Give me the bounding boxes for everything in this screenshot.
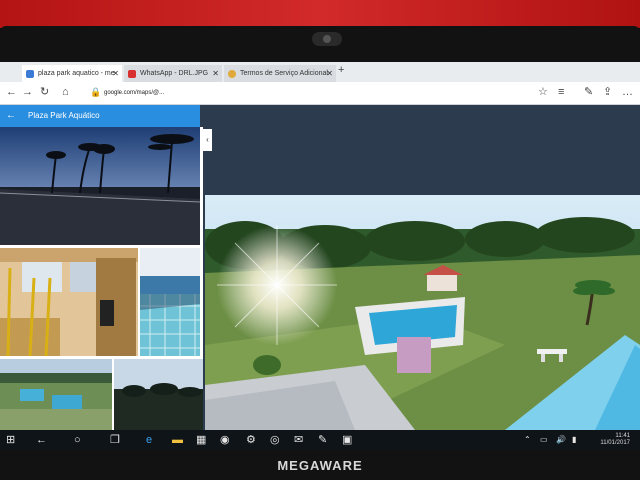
panel-header: ← Plaza Park Aquático	[0, 105, 200, 127]
battery-icon[interactable]: ▮	[572, 433, 576, 447]
windows-taskbar: ⊞ ← ○ ❐ e ▬ ▦ ◉ ⚙ ◎ ✉ ✎ ▣ ⌃ ▭ 🔊 ▮ 11:41 …	[0, 430, 640, 450]
url-text: google.com/maps/@...	[104, 90, 165, 96]
image-favicon-icon	[128, 70, 136, 78]
browser-toolbar: ← → ↻ ⌂ 🔒 google.com/maps/@... ☆ ≡ ✎ ⇪ …	[0, 82, 640, 105]
share-icon[interactable]: ⇪	[603, 86, 612, 99]
windows-start-icon[interactable]: ⊞	[6, 433, 15, 447]
browser-tab-bar: plaza park aquatico - me ✕ WhatsApp - DR…	[0, 62, 640, 82]
tab-maps[interactable]: plaza park aquatico - me ✕	[22, 65, 122, 82]
page-favicon-icon	[228, 70, 236, 78]
close-icon[interactable]: ✕	[326, 65, 333, 82]
task-view-icon[interactable]: ❐	[110, 433, 120, 447]
taskbar-clock[interactable]: 11:41 11/01/2017	[600, 433, 630, 447]
place-title: Plaza Park Aquático	[28, 111, 100, 120]
back-arrow-icon[interactable]: ←	[6, 105, 16, 127]
plus-icon[interactable]: +	[338, 64, 344, 76]
folder-icon[interactable]: ▬	[172, 433, 183, 447]
photo-sunset-road[interactable]	[0, 127, 200, 245]
photo-panel	[0, 127, 203, 430]
lock-icon: 🔒	[90, 87, 102, 97]
red-wall	[0, 0, 640, 28]
volume-icon[interactable]: 🔊	[556, 433, 566, 447]
clock-time: 11:41	[615, 433, 630, 439]
home-icon[interactable]: ⌂	[62, 86, 69, 99]
photo-aerial-park[interactable]	[0, 359, 112, 430]
settings-gear-icon[interactable]: ⚙	[246, 433, 256, 447]
chevron-left-icon[interactable]: ‹	[203, 129, 212, 151]
forward-arrow-icon[interactable]: →	[22, 86, 33, 99]
network-icon[interactable]: ▭	[540, 433, 548, 447]
photo-bus-interior[interactable]	[0, 248, 138, 356]
chevron-up-icon[interactable]: ⌃	[524, 433, 531, 447]
tab-label: Termos de Serviço Adicional	[240, 70, 328, 77]
close-icon[interactable]: ✕	[212, 65, 219, 82]
chrome-icon[interactable]: ◉	[220, 433, 230, 447]
pen-icon[interactable]: ✎	[584, 86, 593, 99]
tab-whatsapp[interactable]: WhatsApp - DRL.JPG ✕	[124, 65, 222, 82]
edge-browser-icon[interactable]: e	[146, 433, 152, 447]
maps-favicon-icon	[26, 70, 34, 78]
refresh-icon[interactable]: ↻	[40, 86, 49, 99]
store-icon[interactable]: ▦	[196, 433, 206, 447]
photo-pool-tiles[interactable]	[140, 248, 200, 356]
star-icon[interactable]: ☆	[538, 86, 548, 99]
photo-dusk-trees[interactable]	[114, 359, 203, 430]
back-arrow-icon[interactable]: ←	[36, 433, 47, 447]
back-arrow-icon[interactable]: ←	[6, 86, 17, 99]
pen-icon[interactable]: ✎	[318, 433, 327, 447]
tab-terms[interactable]: Termos de Serviço Adicional ✕	[224, 65, 336, 82]
tab-label: plaza park aquatico - me	[38, 70, 115, 77]
mail-icon[interactable]: ✉	[294, 433, 303, 447]
laptop-screen: plaza park aquatico - me ✕ WhatsApp - DR…	[0, 62, 640, 450]
street-view-photo[interactable]	[205, 195, 640, 430]
reading-list-icon[interactable]: ≡	[558, 86, 564, 99]
clock-date: 11/01/2017	[600, 440, 630, 446]
address-bar[interactable]: google.com/maps/@...	[104, 86, 524, 100]
webcam	[312, 32, 342, 46]
tab-label: WhatsApp - DRL.JPG	[140, 70, 209, 77]
maps-page: ← Plaza Park Aquático ‹	[0, 105, 640, 430]
record-icon[interactable]: ◎	[270, 433, 280, 447]
laptop-brand-logo: MEGAWARE	[277, 458, 363, 473]
more-icon[interactable]: …	[622, 86, 633, 99]
close-icon[interactable]: ✕	[112, 65, 119, 82]
photos-icon[interactable]: ▣	[342, 433, 352, 447]
cortana-circle-icon[interactable]: ○	[74, 433, 81, 447]
